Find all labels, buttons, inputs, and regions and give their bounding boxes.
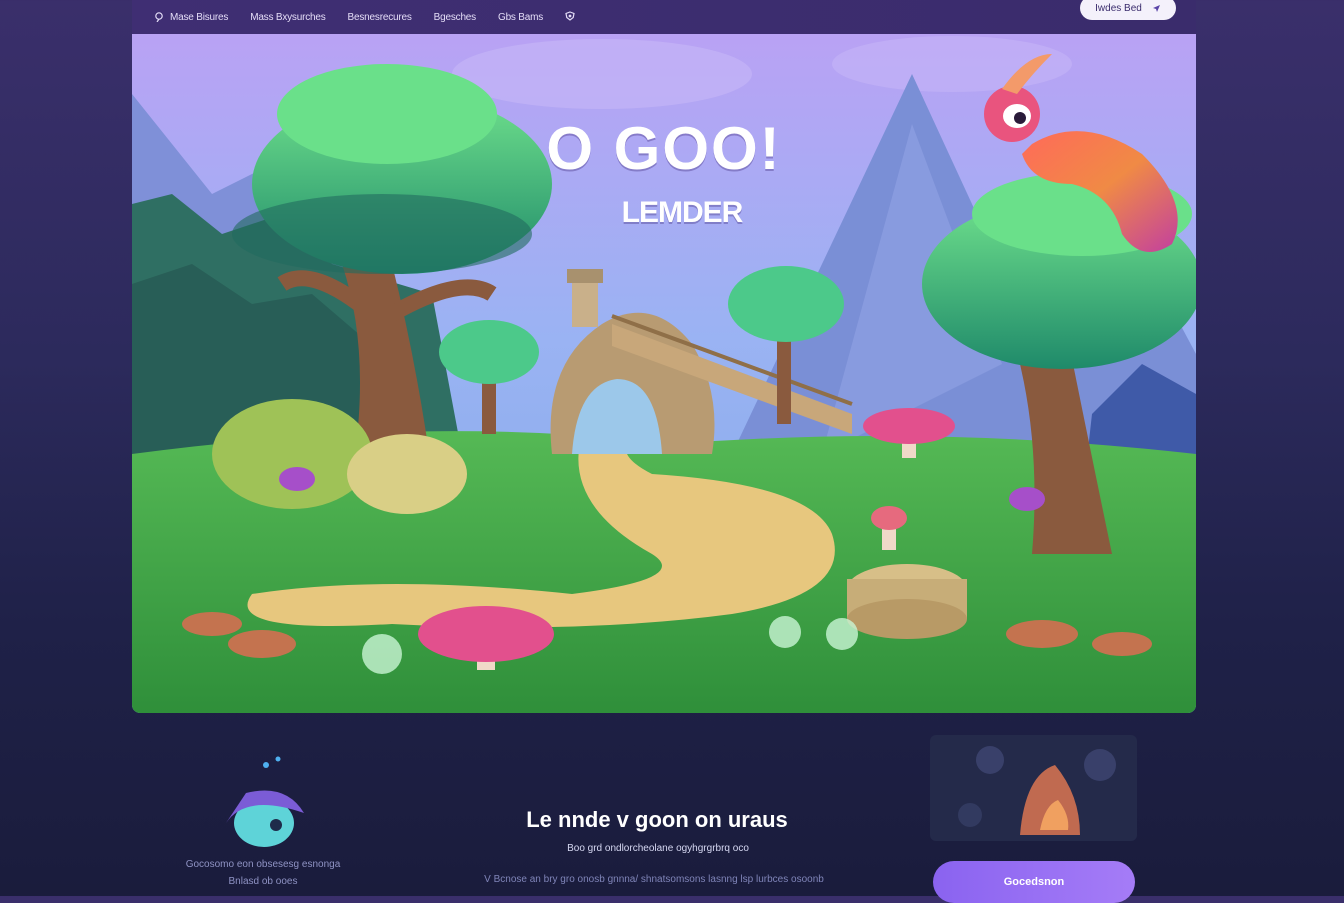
nav-item-5[interactable]: Gbs Bams xyxy=(498,12,543,23)
hero-banner: O GOO! LEMDER xyxy=(132,34,1196,713)
shield-nav-button[interactable] xyxy=(565,10,575,24)
language-select-label: Iwdes Bed xyxy=(1095,2,1142,14)
shield-icon xyxy=(565,10,575,21)
language-select[interactable]: Iwdes Bed xyxy=(1080,0,1176,20)
nav-item-3[interactable]: Besnesrecures xyxy=(348,12,412,23)
nav-item-1[interactable]: Mase Bisures xyxy=(154,12,228,23)
nav-item-1-label: Mase Bisures xyxy=(170,11,229,23)
game-preview-thumbnail[interactable] xyxy=(930,735,1137,841)
dragon-preview-image xyxy=(930,735,1137,841)
nav-item-4[interactable]: Bgesches xyxy=(434,12,477,23)
hero-subtitle: LEMDER xyxy=(621,196,744,229)
game-logo: O GOO! xyxy=(546,115,782,182)
pin-icon xyxy=(155,12,163,22)
lower-section: Gocosomo eon obsesesg esnonga Bnlasd ob … xyxy=(0,713,1344,903)
section-subtitle: Boo grd ondlorcheolane ogyhgrgrbrq oco xyxy=(567,843,749,854)
mascot-creature-image xyxy=(226,756,304,847)
nav-item-2[interactable]: Mass Bxysurches xyxy=(250,12,326,23)
send-arrow-icon xyxy=(1152,4,1160,12)
left-caption-line-1: Gocosomo eon obsesesg esnonga xyxy=(185,859,341,870)
top-navigation-bar: Mase Bisures Mass Bxysurches Besnesrecur… xyxy=(132,0,1196,34)
cta-button[interactable]: Gocedsnon xyxy=(933,861,1135,903)
